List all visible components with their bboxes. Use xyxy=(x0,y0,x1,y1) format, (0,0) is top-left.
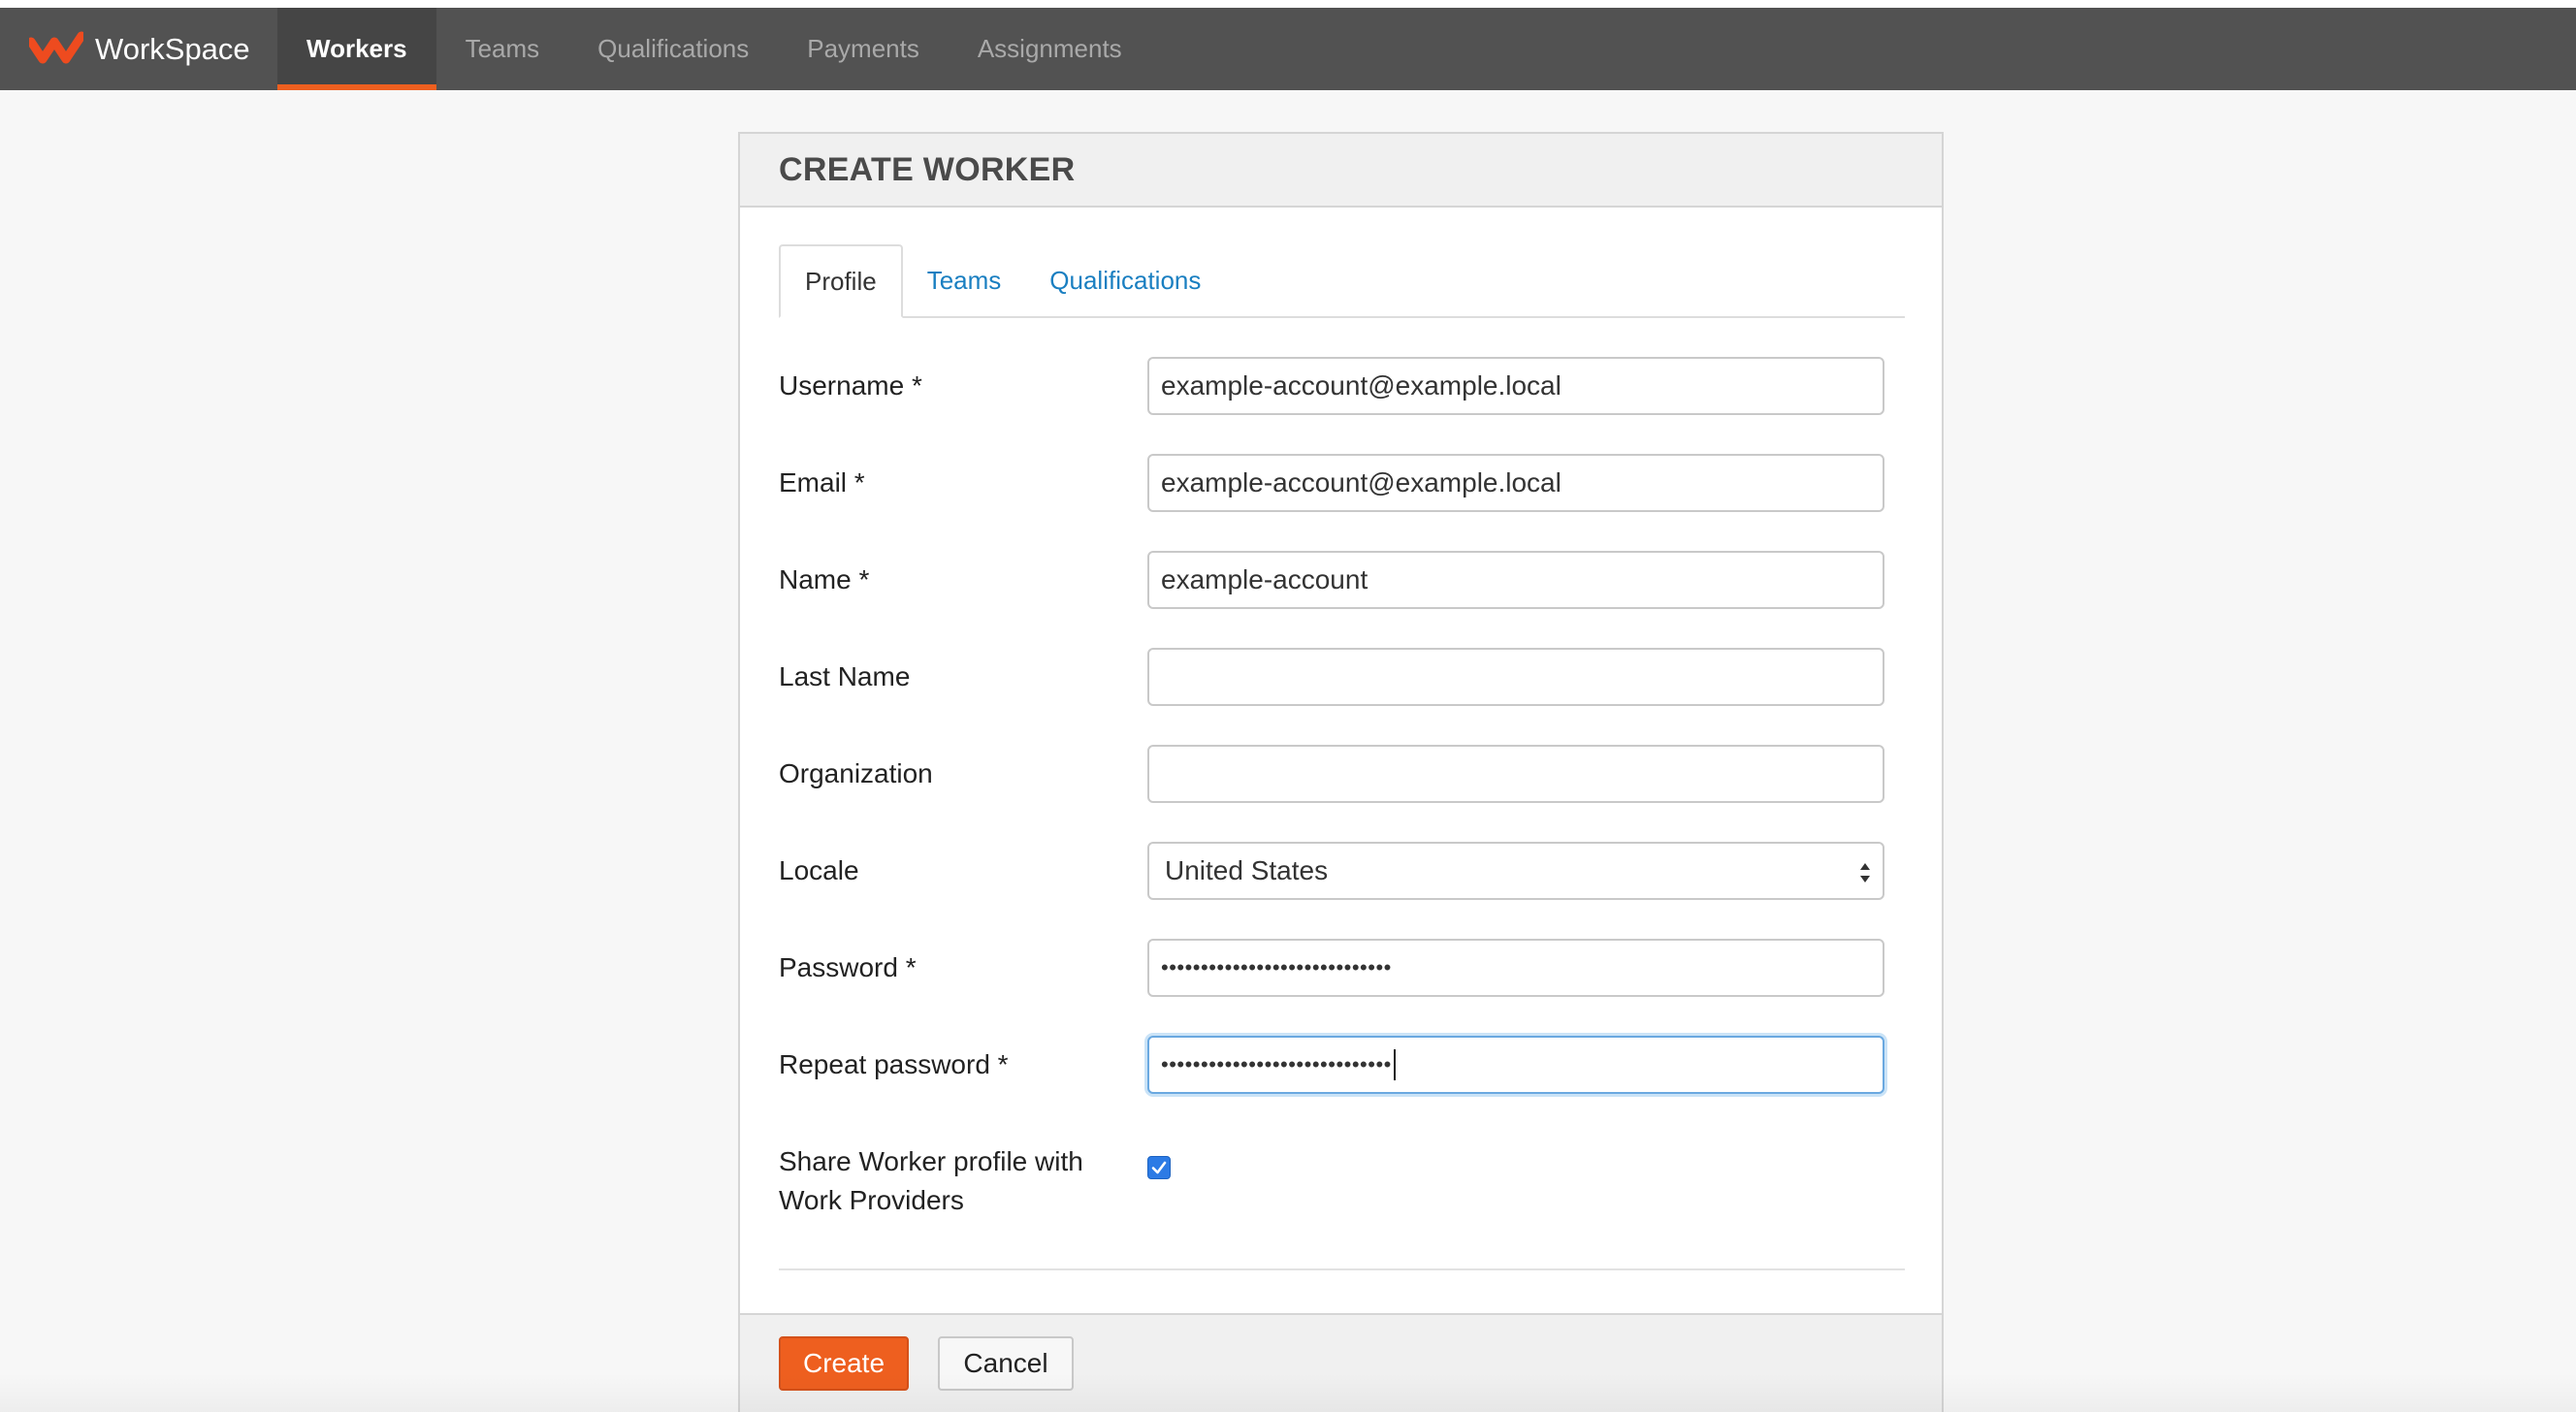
locale-selected-value: United States xyxy=(1165,855,1329,885)
email-field[interactable]: example-account@example.local xyxy=(1147,454,1884,512)
share-profile-row: Share Worker profile with Work Providers xyxy=(779,1142,1884,1239)
password-label: Password * xyxy=(779,952,917,982)
password-row: Password * ••••••••••••••••••••••••••••• xyxy=(779,939,1884,997)
password-masked-value: ••••••••••••••••••••••••••••• xyxy=(1161,955,1392,979)
brand[interactable]: WorkSpace xyxy=(29,8,277,90)
text-cursor xyxy=(1393,1049,1396,1080)
locale-select[interactable]: United States xyxy=(1147,842,1884,900)
repeat-password-field[interactable]: ••••••••••••••••••••••••••••• xyxy=(1147,1036,1884,1094)
nav-item-assignments[interactable]: Assignments xyxy=(949,8,1151,90)
brand-name: WorkSpace xyxy=(95,31,250,66)
last-name-label: Last Name xyxy=(779,661,911,691)
panel-heading: CREATE WORKER xyxy=(740,134,1942,208)
name-label: Name * xyxy=(779,564,870,594)
name-field[interactable]: example-account xyxy=(1147,551,1884,609)
username-field[interactable]: example-account@example.local xyxy=(1147,357,1884,415)
name-row: Name * example-account xyxy=(779,551,1884,609)
share-profile-label: Share Worker profile with Work Providers xyxy=(779,1142,1128,1220)
repeat-password-row: Repeat password * ••••••••••••••••••••••… xyxy=(779,1036,1884,1094)
share-profile-checkbox[interactable] xyxy=(1147,1156,1171,1179)
tab-profile[interactable]: Profile xyxy=(779,244,903,318)
checkmark-icon xyxy=(1151,1161,1167,1174)
email-label: Email * xyxy=(779,467,865,497)
password-field[interactable]: ••••••••••••••••••••••••••••• xyxy=(1147,939,1884,997)
form-divider xyxy=(779,1268,1905,1270)
panel-footer: Create Cancel xyxy=(740,1313,1942,1412)
nav-item-qualifications[interactable]: Qualifications xyxy=(568,8,778,90)
share-profile-label-line1: Share Worker profile with xyxy=(779,1146,1083,1176)
share-profile-label-line2: Work Providers xyxy=(779,1185,964,1215)
nav-item-payments[interactable]: Payments xyxy=(778,8,949,90)
email-row: Email * example-account@example.local xyxy=(779,454,1884,512)
repeat-password-label: Repeat password * xyxy=(779,1049,1009,1079)
repeat-password-masked-value: ••••••••••••••••••••••••••••• xyxy=(1161,1052,1392,1076)
last-name-field[interactable] xyxy=(1147,648,1884,706)
username-row: Username * example-account@example.local xyxy=(779,357,1884,415)
form-tabs: Profile Teams Qualifications xyxy=(779,244,1905,318)
organization-row: Organization xyxy=(779,745,1884,803)
tab-qualifications[interactable]: Qualifications xyxy=(1025,244,1225,316)
cancel-button[interactable]: Cancel xyxy=(938,1336,1074,1391)
nav-item-workers[interactable]: Workers xyxy=(277,8,436,90)
username-label: Username * xyxy=(779,370,922,401)
create-worker-panel: CREATE WORKER Profile Teams Qualificatio… xyxy=(738,132,1944,1412)
locale-label: Locale xyxy=(779,855,859,885)
select-updown-icon xyxy=(1860,863,1870,882)
organization-field[interactable] xyxy=(1147,745,1884,803)
locale-row: Locale United States xyxy=(779,842,1884,900)
workspace-logo-icon xyxy=(29,31,83,63)
create-button[interactable]: Create xyxy=(779,1336,909,1391)
top-border xyxy=(0,0,2576,8)
page-title: CREATE WORKER xyxy=(779,150,1076,188)
nav-item-teams[interactable]: Teams xyxy=(436,8,569,90)
top-navbar: WorkSpace Workers Teams Qualifications P… xyxy=(0,8,2576,90)
last-name-row: Last Name xyxy=(779,648,1884,706)
tab-teams[interactable]: Teams xyxy=(903,244,1026,316)
organization-label: Organization xyxy=(779,758,933,788)
